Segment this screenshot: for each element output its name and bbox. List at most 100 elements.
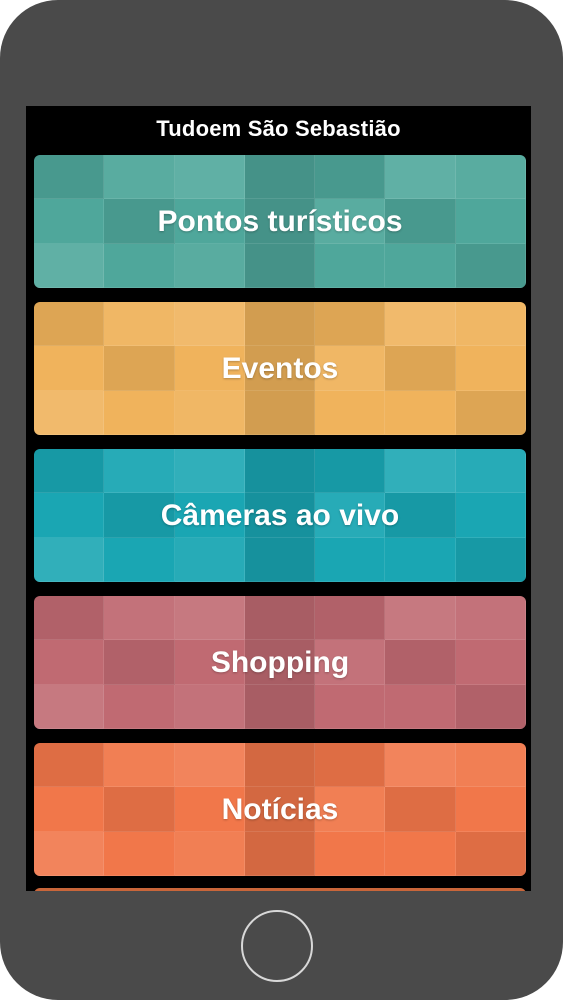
menu-card-label: Pontos turísticos xyxy=(157,204,403,238)
photo-tile xyxy=(104,640,175,685)
photo-tile xyxy=(104,831,175,876)
photo-tile xyxy=(104,537,175,582)
menu-card-noticias[interactable]: Notícias xyxy=(34,743,526,876)
photo-tile xyxy=(34,596,105,641)
home-button[interactable] xyxy=(241,910,313,982)
photo-tile xyxy=(34,640,105,685)
photo-tile xyxy=(174,302,245,347)
photo-tile xyxy=(315,684,386,729)
photo-tile xyxy=(455,243,526,288)
menu-card-label: Câmeras ao vivo xyxy=(160,498,400,532)
menu-card-pontos-turisticos[interactable]: Pontos turísticos xyxy=(34,155,526,288)
photo-tile xyxy=(104,787,175,832)
photo-tile xyxy=(244,743,316,788)
photo-tile xyxy=(104,684,175,729)
photo-tile xyxy=(244,302,316,347)
photo-tile xyxy=(174,390,245,435)
menu-card-eventos[interactable]: Eventos xyxy=(34,302,526,435)
photo-tile xyxy=(244,155,316,200)
photo-tile xyxy=(385,640,456,685)
photo-tile xyxy=(104,596,175,641)
photo-tile xyxy=(315,596,386,641)
photo-tile xyxy=(385,155,456,200)
photo-tile xyxy=(385,243,456,288)
photo-tile xyxy=(455,346,526,391)
photo-tile xyxy=(34,243,105,288)
photo-tile xyxy=(315,155,386,200)
photo-tile xyxy=(315,537,386,582)
photo-tile xyxy=(385,346,456,391)
photo-tile xyxy=(174,537,245,582)
photo-tile xyxy=(34,537,105,582)
photo-tile xyxy=(244,390,316,435)
photo-tile xyxy=(455,449,526,494)
photo-tile xyxy=(104,155,175,200)
photo-tile xyxy=(315,302,386,347)
photo-tile xyxy=(455,493,526,538)
photo-tile xyxy=(385,537,456,582)
photo-tile xyxy=(455,684,526,729)
photo-tile xyxy=(455,199,526,244)
photo-tile xyxy=(315,243,386,288)
photo-tile xyxy=(385,787,456,832)
photo-tile xyxy=(174,743,245,788)
menu-card-label: Shopping xyxy=(210,645,350,679)
photo-tile xyxy=(385,743,456,788)
photo-tile xyxy=(34,787,105,832)
photo-tile xyxy=(34,493,105,538)
photo-tile xyxy=(34,346,105,391)
photo-tile xyxy=(385,302,456,347)
main-menu: Pontos turísticos Eventos Câmeras ao viv… xyxy=(34,155,526,890)
photo-tile xyxy=(104,390,175,435)
photo-tile xyxy=(315,743,386,788)
photo-tile xyxy=(385,831,456,876)
photo-tile xyxy=(104,243,175,288)
photo-tile xyxy=(315,449,386,494)
photo-tile xyxy=(315,390,386,435)
photo-tile xyxy=(34,302,105,347)
photo-tile xyxy=(34,684,105,729)
photo-tile xyxy=(174,684,245,729)
photo-tile xyxy=(244,596,316,641)
photo-tile xyxy=(244,684,316,729)
photo-tile xyxy=(455,787,526,832)
photo-tile xyxy=(34,390,105,435)
photo-tile xyxy=(455,537,526,582)
photo-tile xyxy=(174,449,245,494)
photo-tile xyxy=(34,743,105,788)
photo-tile xyxy=(104,346,175,391)
photo-tile xyxy=(244,537,316,582)
photo-tile xyxy=(455,390,526,435)
next-menu-card-peek[interactable] xyxy=(34,888,526,891)
app-title: Tudoem São Sebastião xyxy=(156,116,401,141)
photo-tile xyxy=(455,831,526,876)
menu-card-label: Notícias xyxy=(221,792,339,826)
photo-tile xyxy=(385,596,456,641)
photo-tile xyxy=(315,831,386,876)
menu-card-cameras-ao-vivo[interactable]: Câmeras ao vivo xyxy=(34,449,526,582)
photo-tile xyxy=(455,640,526,685)
photo-tile xyxy=(174,155,245,200)
photo-tile xyxy=(34,449,105,494)
photo-tile xyxy=(244,243,316,288)
photo-tile xyxy=(244,449,316,494)
photo-tile xyxy=(34,831,105,876)
photo-tile xyxy=(244,831,316,876)
photo-tile xyxy=(174,243,245,288)
photo-tile xyxy=(174,596,245,641)
menu-card-label: Eventos xyxy=(221,351,339,385)
photo-tile xyxy=(455,596,526,641)
photo-tile xyxy=(34,199,105,244)
photo-tile xyxy=(385,684,456,729)
phone-frame: Tudoem São Sebastião Pontos turísticos E… xyxy=(0,0,563,1000)
photo-tile xyxy=(385,390,456,435)
menu-card-shopping[interactable]: Shopping xyxy=(34,596,526,729)
photo-tile xyxy=(385,449,456,494)
photo-tile xyxy=(104,449,175,494)
photo-tile xyxy=(455,743,526,788)
photo-tile xyxy=(34,155,105,200)
photo-tile xyxy=(455,302,526,347)
app-screen: Tudoem São Sebastião Pontos turísticos E… xyxy=(26,106,531,891)
photo-tile xyxy=(104,743,175,788)
photo-tile xyxy=(455,155,526,200)
